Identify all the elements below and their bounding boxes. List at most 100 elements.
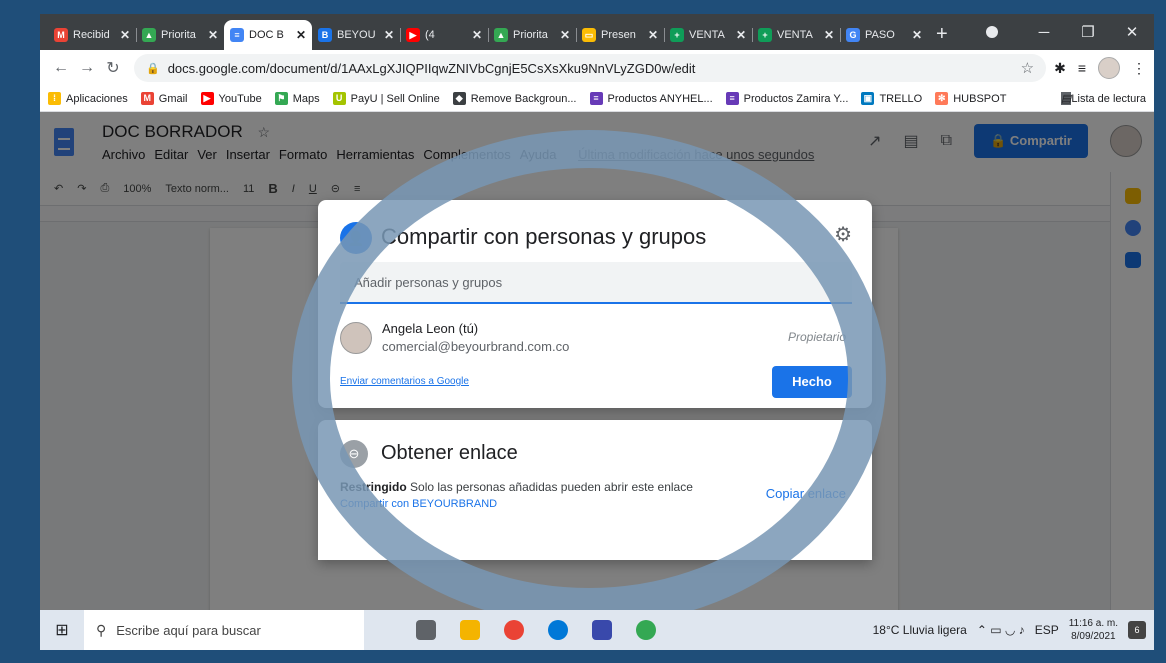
tab-title: Recibid	[73, 29, 110, 41]
lock-icon: 🔒	[146, 62, 160, 75]
restriction-description: Solo las personas añadidas pueden abrir …	[410, 480, 693, 494]
close-window-icon[interactable]: ✕	[1110, 23, 1154, 41]
task-view-icon[interactable]	[416, 620, 436, 640]
tab-close-icon[interactable]: ✕	[912, 28, 922, 42]
reload-icon[interactable]: ↻	[100, 58, 126, 78]
new-tab-button[interactable]: +	[936, 20, 948, 50]
add-people-input[interactable]: Añadir personas y grupos	[340, 262, 852, 304]
profile-avatar[interactable]	[1098, 57, 1120, 79]
bookmark-label: Productos ANYHEL...	[607, 92, 713, 105]
file-explorer-icon[interactable]	[460, 620, 480, 640]
url-bar[interactable]: 🔒 docs.google.com/document/d/1AAxLgXJIQP…	[134, 54, 1047, 82]
menu-dots-icon[interactable]: ⋮	[1132, 60, 1146, 77]
tab-close-icon[interactable]: ✕	[384, 28, 394, 42]
bookmark-item[interactable]: ⚑ Maps	[274, 92, 320, 105]
tab-favicon-icon: ≡	[230, 28, 244, 42]
bookmark-label: PayU | Sell Online	[350, 92, 440, 105]
forward-icon[interactable]: →	[74, 59, 100, 77]
bookmark-item[interactable]: ◆ Remove Backgroun...	[452, 92, 577, 105]
share-org-link[interactable]: Compartir con BEYOURBRAND	[340, 498, 497, 510]
browser-tab[interactable]: ▭ Presen ✕	[576, 20, 664, 50]
window-controls: ─ ❐ ✕	[986, 14, 1154, 50]
bookmark-item[interactable]: ✻ HUBSPOT	[935, 92, 1006, 105]
browser-window: M Recibid ✕ ▲ Priorita ✕ ≡ DOC B ✕ B BEYOU ✕ ▶ (4 ✕ ▲ Pr…	[40, 14, 1154, 650]
taskbar-search[interactable]: ⚲ Escribe aquí para buscar	[84, 610, 364, 650]
get-link-dialog: ⊖ Obtener enlace Restringido Solo las pe…	[318, 420, 872, 560]
chrome-icon[interactable]	[504, 620, 524, 640]
bookmark-item[interactable]: ≡ Productos ANYHEL...	[589, 92, 713, 105]
bookmark-item[interactable]: ⁞ Aplicaciones	[48, 92, 128, 105]
tab-title: VENTA	[777, 29, 813, 41]
minimize-icon[interactable]: ─	[1022, 24, 1066, 41]
app-icon[interactable]	[592, 620, 612, 640]
extensions-area: ✱ ≡ ⋮	[1054, 57, 1146, 79]
done-button[interactable]: Hecho	[772, 366, 852, 398]
clock[interactable]: 11:16 a. m. 8/09/2021	[1069, 617, 1118, 643]
browser-tab[interactable]: + VENTA ✕	[664, 20, 752, 50]
browser-tab[interactable]: G PASO ✕	[840, 20, 928, 50]
link-chain-icon: ⊖	[340, 440, 368, 468]
tab-close-icon[interactable]: ✕	[648, 28, 658, 42]
bookmark-item[interactable]: ▣ TRELLO	[861, 92, 922, 105]
language-indicator[interactable]: ESP	[1035, 623, 1059, 637]
reading-list[interactable]: ▤ Lista de lectura	[1060, 92, 1146, 105]
media-icon[interactable]: ≡	[1078, 60, 1086, 76]
copy-link-button[interactable]: Copiar enlace	[766, 486, 846, 501]
taskbar-search-placeholder: Escribe aquí para buscar	[116, 622, 261, 638]
back-icon[interactable]: ←	[48, 59, 74, 77]
bookmark-favicon-icon: ⚑	[274, 92, 288, 105]
browser-tab[interactable]: + VENTA ✕	[752, 20, 840, 50]
tab-strip: M Recibid ✕ ▲ Priorita ✕ ≡ DOC B ✕ B BEYOU ✕ ▶ (4 ✕ ▲ Pr…	[40, 14, 1154, 50]
reading-list-icon: ▤	[1060, 92, 1072, 105]
person-avatar	[340, 322, 372, 354]
tab-favicon-icon: +	[758, 28, 772, 42]
bookmark-label: Productos Zamira Y...	[743, 92, 849, 105]
bookmarks-bar: ⁞ Aplicaciones M Gmail ▶ YouTube ⚑ Maps U PayU | …	[40, 86, 1154, 112]
bookmarks-list: ⁞ Aplicaciones M Gmail ▶ YouTube ⚑ Maps U PayU | …	[48, 92, 1019, 105]
tab-close-icon[interactable]: ✕	[472, 28, 482, 42]
tab-favicon-icon: ▲	[142, 28, 156, 42]
browser-tab[interactable]: ▶ (4 ✕	[400, 20, 488, 50]
extensions-icon[interactable]: ✱	[1054, 60, 1066, 77]
windows-start-icon[interactable]: ⊞	[40, 620, 84, 640]
add-person-icon: 👤	[340, 222, 372, 254]
clock-time: 11:16 a. m.	[1068, 618, 1118, 629]
bookmark-item[interactable]: U PayU | Sell Online	[332, 92, 440, 105]
reading-list-label: Lista de lectura	[1071, 92, 1146, 105]
tab-close-icon[interactable]: ✕	[824, 28, 834, 42]
profile-icon[interactable]	[986, 26, 998, 38]
share-dialog: 👤 Compartir con personas y grupos ⚙ Añad…	[318, 200, 872, 408]
feedback-link[interactable]: Enviar comentarios a Google	[340, 376, 469, 387]
tab-close-icon[interactable]: ✕	[736, 28, 746, 42]
bookmark-star-icon[interactable]: ☆	[1021, 59, 1034, 77]
bookmark-item[interactable]: M Gmail	[140, 92, 188, 105]
bookmark-label: Maps	[292, 92, 320, 105]
person-row: Angela Leon (tú) comercial@beyourbrand.c…	[340, 318, 852, 358]
browser-tab[interactable]: M Recibid ✕	[48, 20, 136, 50]
bookmark-item[interactable]: ▶ YouTube	[200, 92, 262, 105]
tray-icons[interactable]: ⌃ ▭ ◡ ♪	[977, 623, 1025, 637]
bookmark-favicon-icon: ⁞	[48, 92, 61, 105]
tab-close-icon[interactable]: ✕	[208, 28, 218, 42]
browser-tab[interactable]: ≡ DOC B ✕	[224, 20, 312, 50]
gear-icon[interactable]: ⚙	[834, 222, 852, 247]
restriction-label[interactable]: Restringido	[340, 480, 407, 494]
search-icon: ⚲	[96, 621, 107, 638]
tab-close-icon[interactable]: ✕	[120, 28, 130, 42]
browser-tab[interactable]: ▲ Priorita ✕	[488, 20, 576, 50]
bookmark-item[interactable]: ≡ Productos Zamira Y...	[725, 92, 849, 105]
browser-tab[interactable]: B BEYOU ✕	[312, 20, 400, 50]
browser-tab[interactable]: ▲ Priorita ✕	[136, 20, 224, 50]
tab-close-icon[interactable]: ✕	[560, 28, 570, 42]
tab-title: Presen	[601, 29, 636, 41]
edge-icon[interactable]	[548, 620, 568, 640]
restore-icon[interactable]: ❐	[1066, 23, 1110, 41]
notifications-icon[interactable]: 6	[1128, 621, 1146, 639]
weather-widget[interactable]: 18°C Lluvia ligera	[873, 623, 967, 637]
tab-close-icon[interactable]: ✕	[296, 28, 306, 42]
tab-favicon-icon: ▶	[406, 28, 420, 42]
clock-date: 8/09/2021	[1071, 631, 1116, 642]
bookmark-favicon-icon: ▶	[200, 92, 214, 105]
whatsapp-icon[interactable]	[636, 620, 656, 640]
bookmark-favicon-icon: ◆	[452, 92, 466, 105]
